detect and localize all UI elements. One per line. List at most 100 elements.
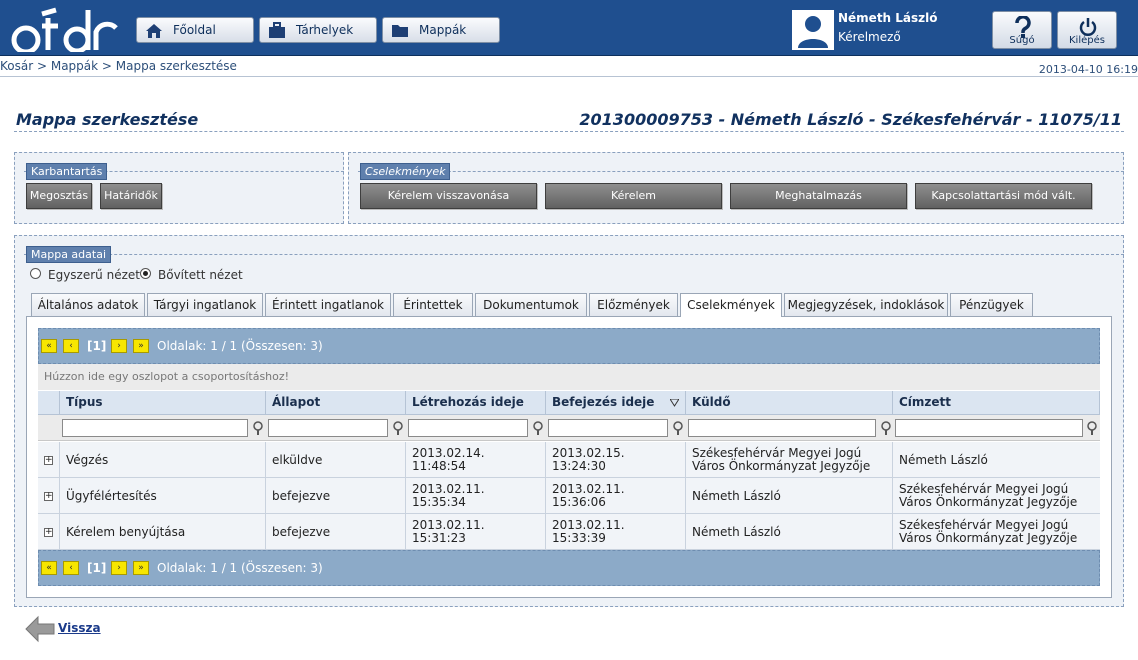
column-header-recipient[interactable]: Címzett: [893, 391, 1100, 415]
nav-folders-label: Mappák: [419, 23, 467, 37]
request-button[interactable]: Kérelem: [545, 183, 722, 209]
cell-created: 2013.02.11. 15:35:34: [406, 478, 546, 514]
next-page-button[interactable]: ›: [111, 561, 127, 575]
back-arrow-icon[interactable]: [24, 613, 56, 645]
extended-view-label: Bővített nézet: [158, 268, 243, 282]
cell-recipient: Székesfehérvár Megyei Jogú Város Önkormá…: [899, 518, 1078, 545]
column-header-type[interactable]: Típus: [60, 391, 266, 415]
column-header-created[interactable]: Létrehozás ideje: [406, 391, 546, 415]
user-name: Németh László: [838, 11, 938, 25]
cell-sender: Németh László: [686, 514, 893, 550]
breadcrumb[interactable]: Kosár > Mappák > Mappa szerkesztése: [0, 59, 237, 73]
prev-page-button[interactable]: ‹: [63, 561, 79, 575]
last-page-button[interactable]: »: [133, 339, 149, 353]
folder-title: 201300009753 - Németh László - Székesfeh…: [579, 110, 1122, 129]
tab-actions[interactable]: Cselekmények: [680, 293, 782, 317]
column-header-status[interactable]: Állapot: [266, 391, 406, 415]
logout-label: Kilépés: [1069, 35, 1105, 46]
filter-icon[interactable]: [880, 421, 892, 435]
tab-general[interactable]: Általános adatok: [31, 293, 145, 316]
folder-data-divider: [24, 254, 1124, 255]
filter-icon[interactable]: [1086, 421, 1098, 435]
sort-desc-icon: [670, 399, 679, 407]
pager-info: Oldalak: 1 / 1 (Összesen: 3): [157, 561, 323, 575]
tab-history[interactable]: Előzmények: [589, 293, 678, 316]
back-link[interactable]: Vissza: [58, 621, 101, 635]
filter-icon[interactable]: [672, 421, 684, 435]
first-page-button[interactable]: «: [41, 339, 57, 353]
simple-view-radio[interactable]: [30, 268, 41, 279]
cell-type: Végzés: [60, 442, 266, 478]
help-button[interactable]: Súgó: [992, 11, 1052, 49]
folder-icon: [392, 25, 408, 37]
nav-home-button[interactable]: Főoldal: [136, 17, 254, 43]
cell-status: elküldve: [266, 442, 406, 478]
current-page[interactable]: [1]: [87, 561, 106, 575]
cell-status: befejezve: [266, 514, 406, 550]
filter-row: [38, 415, 1100, 441]
change-contact-mode-button[interactable]: Kapcsolattartási mód vált.: [915, 183, 1092, 209]
tab-affected-properties[interactable]: Érintett ingatlanok: [265, 293, 391, 316]
logout-button[interactable]: Kilépés: [1057, 11, 1117, 49]
extended-view-radio[interactable]: [140, 268, 151, 279]
cell-type: Kérelem benyújtása: [60, 514, 266, 550]
next-page-button[interactable]: ›: [111, 339, 127, 353]
cell-created: 2013.02.11. 15:31:23: [406, 514, 546, 550]
filter-icon[interactable]: [392, 421, 404, 435]
share-button[interactable]: Megosztás: [26, 183, 92, 209]
filter-icon[interactable]: [532, 421, 544, 435]
expand-row-icon[interactable]: +: [44, 456, 53, 465]
filter-type-input[interactable]: [62, 419, 248, 437]
help-label: Súgó: [1009, 35, 1035, 46]
table-row[interactable]: + Ügyfélértesítés befejezve 2013.02.11. …: [38, 478, 1100, 514]
tab-subject-properties[interactable]: Tárgyi ingatlanok: [147, 293, 263, 316]
prev-page-button[interactable]: ‹: [63, 339, 79, 353]
user-role: Kérelmező: [838, 30, 901, 44]
page-title: Mappa szerkesztése: [16, 110, 199, 129]
breadcrumb-bar: Kosár > Mappák > Mappa szerkesztése 2013…: [0, 57, 1138, 77]
table-row[interactable]: + Kérelem benyújtása befejezve 2013.02.1…: [38, 514, 1100, 550]
nav-storage-button[interactable]: Tárhelyek: [259, 17, 377, 43]
filter-finished-input[interactable]: [548, 419, 668, 437]
actions-divider: [358, 171, 1124, 172]
maintenance-legend: Karbantartás: [26, 163, 108, 180]
user-icon: [798, 16, 828, 48]
cell-created: 2013.02.14. 11:48:54: [406, 442, 546, 478]
tab-affected-parties[interactable]: Érintettek: [393, 293, 473, 316]
tab-documents[interactable]: Dokumentumok: [475, 293, 587, 316]
table-row[interactable]: + Végzés elküldve 2013.02.14. 11:48:54 2…: [38, 442, 1100, 478]
column-header-finished[interactable]: Befejezés ideje: [546, 391, 686, 415]
cell-status: befejezve: [266, 478, 406, 514]
expand-row-icon[interactable]: +: [44, 492, 53, 501]
authorization-button[interactable]: Meghatalmazás: [730, 183, 907, 209]
current-page[interactable]: [1]: [87, 339, 106, 353]
deadlines-button[interactable]: Határidők: [100, 183, 162, 209]
grid-pager-top: « ‹ [1] › » Oldalak: 1 / 1 (Összesen: 3): [38, 328, 1100, 364]
tab-finances[interactable]: Pénzügyek: [950, 293, 1033, 316]
column-header-sender[interactable]: Küldő: [686, 391, 893, 415]
group-by-area[interactable]: Húzzon ide egy oszlopot a csoportosításh…: [38, 364, 1100, 390]
filter-status-input[interactable]: [268, 419, 388, 437]
cell-type: Ügyfélértesítés: [60, 478, 266, 514]
last-page-button[interactable]: »: [133, 561, 149, 575]
title-divider: [14, 131, 1124, 132]
cell-recipient: Németh László: [899, 452, 988, 467]
filter-icon[interactable]: [252, 421, 264, 435]
grid-pager-bottom: « ‹ [1] › » Oldalak: 1 / 1 (Összesen: 3): [38, 550, 1100, 586]
cell-recipient: Székesfehérvár Megyei Jogú Város Önkormá…: [899, 482, 1078, 509]
cell-finished: 2013.02.11. 15:36:06: [546, 478, 686, 514]
cell-finished: 2013.02.11. 15:33:39: [546, 514, 686, 550]
cell-sender: Székesfehérvár Megyei Jogú Város Önkormá…: [686, 442, 893, 478]
filter-created-input[interactable]: [408, 419, 528, 437]
avatar: [792, 10, 834, 50]
filter-recipient-input[interactable]: [895, 419, 1083, 437]
withdraw-request-button[interactable]: Kérelem visszavonása: [360, 183, 537, 209]
cell-sender: Németh László: [686, 478, 893, 514]
expander-column-header: [38, 391, 60, 415]
first-page-button[interactable]: «: [41, 561, 57, 575]
nav-folders-button[interactable]: Mappák: [382, 17, 500, 43]
expand-row-icon[interactable]: +: [44, 528, 53, 537]
filter-sender-input[interactable]: [688, 419, 876, 437]
tab-notes[interactable]: Megjegyzések, indoklások: [784, 293, 948, 316]
otdr-logo: [11, 7, 118, 52]
